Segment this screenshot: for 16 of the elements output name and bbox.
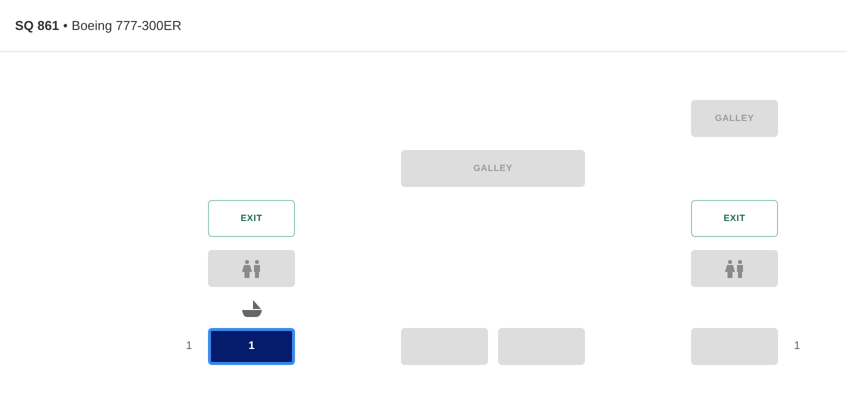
separator: • <box>63 16 68 35</box>
restroom-icon <box>724 260 746 278</box>
seat[interactable] <box>401 328 488 365</box>
restroom-icon <box>240 260 262 278</box>
seat[interactable] <box>498 328 585 365</box>
exit-marker: EXIT <box>691 200 778 237</box>
seat[interactable] <box>691 328 778 365</box>
row-number: 1 <box>186 339 192 354</box>
bassinet-icon <box>240 300 262 318</box>
aircraft-type: Boeing 777-300ER <box>72 16 182 35</box>
galley-block: GALLEY <box>691 100 778 137</box>
seat[interactable]: 1 <box>208 328 295 365</box>
row-number: 1 <box>794 339 800 354</box>
galley-block: GALLEY <box>401 150 585 187</box>
exit-marker: EXIT <box>208 200 295 237</box>
flight-number: SQ 861 <box>15 16 60 35</box>
